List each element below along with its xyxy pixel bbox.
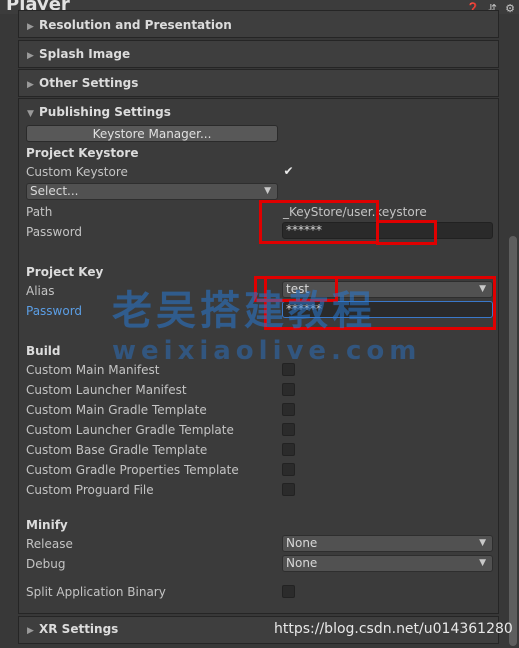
highlight-box: [376, 220, 437, 245]
build-option-checkbox[interactable]: [282, 483, 295, 496]
custom-keystore-label: Custom Keystore: [26, 165, 128, 179]
section-title: XR Settings: [39, 622, 119, 636]
build-option-label: Custom Gradle Properties Template: [26, 463, 239, 477]
watermark-cn: 老吴搭建教程: [112, 288, 376, 334]
dropdown-value: None: [286, 536, 318, 550]
path-label: Path: [26, 205, 53, 219]
keystore-password-label: Password: [26, 225, 83, 239]
chevron-right-icon: ▶: [27, 626, 34, 636]
section-title: Splash Image: [39, 47, 131, 61]
build-option-checkbox[interactable]: [282, 383, 295, 396]
build-option-checkbox[interactable]: [282, 443, 295, 456]
project-keystore-heading: Project Keystore: [26, 146, 139, 160]
keystore-manager-button[interactable]: Keystore Manager...: [26, 125, 278, 142]
dropdown-value: None: [286, 556, 318, 570]
build-option-label: Custom Main Gradle Template: [26, 403, 207, 417]
build-option-label: Custom Base Gradle Template: [26, 443, 208, 457]
build-heading: Build: [26, 344, 61, 358]
scrollbar[interactable]: [509, 236, 517, 646]
section-header[interactable]: ▶ Splash Image: [27, 44, 130, 64]
build-option-label: Custom Launcher Manifest: [26, 383, 187, 397]
project-key-heading: Project Key: [26, 265, 104, 279]
section-other[interactable]: ▶ Other Settings: [18, 69, 499, 97]
custom-keystore-checkbox[interactable]: ✔: [282, 165, 295, 178]
section-title: Publishing Settings: [39, 105, 171, 119]
minify-heading: Minify: [26, 518, 68, 532]
chevron-right-icon: ▶: [27, 80, 34, 90]
section-title: Other Settings: [39, 76, 139, 90]
release-label: Release: [26, 537, 73, 551]
section-splash[interactable]: ▶ Splash Image: [18, 40, 499, 68]
build-option-checkbox[interactable]: [282, 463, 295, 476]
chevron-down-icon: ▼: [27, 109, 34, 119]
release-dropdown[interactable]: None ▼: [282, 535, 493, 552]
watermark-en: weixiaolive.com: [112, 336, 422, 366]
dropdown-arrow-icon: ▼: [264, 186, 271, 196]
section-header[interactable]: ▼ Publishing Settings: [27, 102, 171, 122]
key-password-label: Password: [26, 304, 83, 318]
alias-label: Alias: [26, 284, 55, 298]
debug-label: Debug: [26, 557, 66, 571]
dropdown-arrow-icon: ▼: [479, 558, 486, 568]
split-binary-checkbox[interactable]: [282, 585, 295, 598]
gear-icon[interactable]: ⚙: [505, 2, 515, 15]
section-header[interactable]: ▶ Resolution and Presentation: [27, 15, 232, 35]
build-option-checkbox[interactable]: [282, 403, 295, 416]
split-binary-label: Split Application Binary: [26, 585, 166, 599]
build-option-checkbox[interactable]: [282, 423, 295, 436]
dropdown-value: Select...: [30, 184, 79, 198]
source-url: https://blog.csdn.net/u014361280: [274, 621, 513, 637]
section-header[interactable]: ▶ Other Settings: [27, 73, 138, 93]
chevron-right-icon: ▶: [27, 51, 34, 61]
build-option-label: Custom Launcher Gradle Template: [26, 423, 234, 437]
section-header[interactable]: ▶ XR Settings: [27, 619, 118, 639]
debug-dropdown[interactable]: None ▼: [282, 555, 493, 572]
keystore-select-dropdown[interactable]: Select... ▼: [26, 183, 278, 200]
dropdown-arrow-icon: ▼: [479, 538, 486, 548]
chevron-right-icon: ▶: [27, 22, 34, 32]
build-option-label: Custom Proguard File: [26, 483, 154, 497]
section-title: Resolution and Presentation: [39, 18, 232, 32]
section-resolution[interactable]: ▶ Resolution and Presentation: [18, 10, 499, 38]
highlight-box: [259, 200, 379, 244]
